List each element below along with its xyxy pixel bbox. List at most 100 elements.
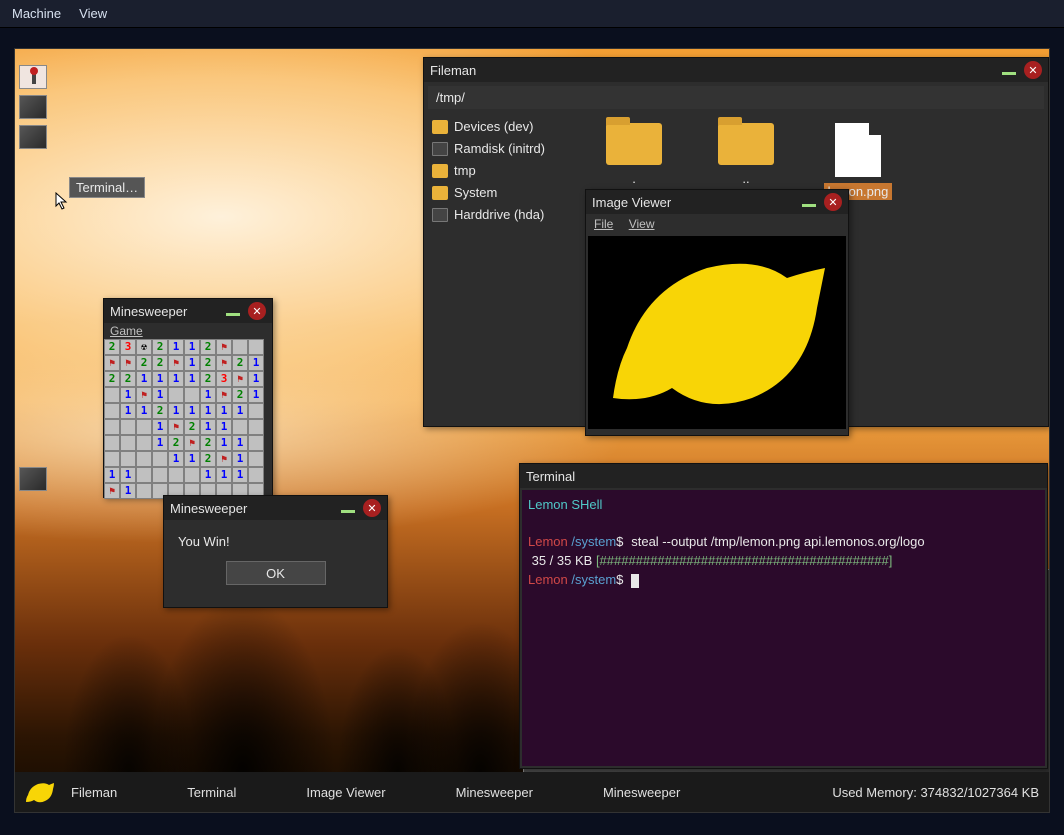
sidebar-item-system[interactable]: System: [432, 185, 576, 200]
fileman-titlebar[interactable]: Fileman: [424, 58, 1048, 82]
minesweeper-cell[interactable]: 1: [200, 387, 216, 403]
minesweeper-cell[interactable]: 2: [120, 371, 136, 387]
minesweeper-cell[interactable]: [168, 387, 184, 403]
minesweeper-cell[interactable]: 3: [120, 339, 136, 355]
minesweeper-cell[interactable]: 1: [152, 435, 168, 451]
minesweeper-cell[interactable]: 1: [248, 371, 264, 387]
close-button[interactable]: [1024, 61, 1042, 79]
minesweeper-titlebar[interactable]: Minesweeper: [104, 299, 272, 323]
minesweeper-cell[interactable]: 1: [184, 339, 200, 355]
minesweeper-cell[interactable]: [232, 419, 248, 435]
image-viewer-titlebar[interactable]: Image Viewer: [586, 190, 848, 214]
minesweeper-cell[interactable]: [184, 387, 200, 403]
minesweeper-cell[interactable]: [248, 419, 264, 435]
minesweeper-cell[interactable]: 1: [200, 419, 216, 435]
minesweeper-cell[interactable]: [216, 387, 232, 403]
vm-menu-machine[interactable]: Machine: [12, 6, 61, 21]
minesweeper-cell[interactable]: 1: [184, 451, 200, 467]
minesweeper-cell[interactable]: 1: [168, 451, 184, 467]
minesweeper-cell[interactable]: 2: [152, 403, 168, 419]
minesweeper-cell[interactable]: [216, 339, 232, 355]
menu-file[interactable]: File: [594, 217, 613, 231]
minesweeper-cell[interactable]: 2: [200, 339, 216, 355]
minesweeper-cell[interactable]: [104, 419, 120, 435]
minesweeper-cell[interactable]: 1: [120, 403, 136, 419]
minesweeper-cell[interactable]: [152, 451, 168, 467]
minesweeper-cell[interactable]: 1: [232, 467, 248, 483]
minesweeper-cell[interactable]: 2: [104, 371, 120, 387]
menu-view[interactable]: View: [629, 217, 655, 231]
minesweeper-cell[interactable]: 2: [200, 355, 216, 371]
minesweeper-cell[interactable]: [104, 403, 120, 419]
minesweeper-cell[interactable]: [104, 451, 120, 467]
minesweeper-cell[interactable]: 2: [168, 435, 184, 451]
minesweeper-cell[interactable]: 1: [232, 451, 248, 467]
minesweeper-cell[interactable]: 1: [152, 419, 168, 435]
minimize-button[interactable]: [341, 510, 355, 513]
minesweeper-cell[interactable]: [168, 355, 184, 371]
minesweeper-cell[interactable]: [104, 387, 120, 403]
minesweeper-cell[interactable]: [120, 451, 136, 467]
minesweeper-cell[interactable]: [232, 371, 248, 387]
minesweeper-cell[interactable]: 1: [248, 355, 264, 371]
close-button[interactable]: [248, 302, 266, 320]
taskbar-item-fileman[interactable]: Fileman: [71, 785, 117, 800]
minesweeper-cell[interactable]: [168, 467, 184, 483]
minesweeper-cell[interactable]: 1: [120, 467, 136, 483]
minesweeper-cell[interactable]: 2: [200, 371, 216, 387]
minesweeper-cell[interactable]: [248, 435, 264, 451]
minesweeper-cell[interactable]: [248, 467, 264, 483]
minesweeper-cell[interactable]: 1: [104, 467, 120, 483]
minesweeper-cell[interactable]: 1: [152, 371, 168, 387]
minesweeper-cell[interactable]: 2: [136, 355, 152, 371]
taskbar-logo-icon[interactable]: [25, 781, 55, 803]
minesweeper-cell[interactable]: [120, 355, 136, 371]
launcher-item-icon[interactable]: [19, 125, 47, 149]
launcher-item-icon[interactable]: [19, 467, 47, 491]
ok-button[interactable]: OK: [226, 561, 326, 585]
minesweeper-cell[interactable]: 2: [152, 355, 168, 371]
minesweeper-cell[interactable]: 1: [184, 403, 200, 419]
minesweeper-cell[interactable]: 1: [136, 403, 152, 419]
minesweeper-cell[interactable]: 2: [104, 339, 120, 355]
minesweeper-dialog-titlebar[interactable]: Minesweeper: [164, 496, 387, 520]
taskbar-item-minesweeper-dialog[interactable]: Minesweeper: [603, 785, 680, 800]
terminal-body[interactable]: Lemon SHell Lemon /system$ steal --outpu…: [522, 490, 1045, 766]
minesweeper-cell[interactable]: 2: [232, 387, 248, 403]
minimize-button[interactable]: [802, 204, 816, 207]
taskbar-item-imgviewer[interactable]: Image Viewer: [306, 785, 385, 800]
close-button[interactable]: [363, 499, 381, 517]
minimize-button[interactable]: [226, 313, 240, 316]
minesweeper-cell[interactable]: [184, 467, 200, 483]
minesweeper-cell[interactable]: 1: [120, 483, 136, 499]
minesweeper-cell[interactable]: 2: [200, 451, 216, 467]
minesweeper-cell[interactable]: [104, 483, 120, 499]
launcher-item-icon[interactable]: [19, 95, 47, 119]
minesweeper-cell[interactable]: 2: [232, 355, 248, 371]
sidebar-item-tmp[interactable]: tmp: [432, 163, 576, 178]
taskbar-item-terminal[interactable]: Terminal: [187, 785, 236, 800]
minesweeper-cell[interactable]: 1: [168, 339, 184, 355]
minesweeper-cell[interactable]: 1: [184, 355, 200, 371]
minesweeper-cell[interactable]: 1: [248, 387, 264, 403]
minesweeper-cell[interactable]: 2: [184, 419, 200, 435]
minesweeper-cell[interactable]: [136, 419, 152, 435]
minesweeper-cell[interactable]: [184, 435, 200, 451]
minesweeper-cell[interactable]: [248, 451, 264, 467]
minimize-button[interactable]: [1002, 72, 1016, 75]
minesweeper-cell[interactable]: [168, 419, 184, 435]
minesweeper-cell[interactable]: [152, 467, 168, 483]
vm-menu-view[interactable]: View: [79, 6, 107, 21]
minesweeper-cell[interactable]: 1: [216, 467, 232, 483]
minesweeper-cell[interactable]: 1: [216, 403, 232, 419]
minesweeper-cell[interactable]: 1: [200, 467, 216, 483]
minesweeper-cell[interactable]: 1: [120, 387, 136, 403]
fileman-pathbar[interactable]: /tmp/: [428, 86, 1044, 109]
minesweeper-cell[interactable]: 1: [184, 371, 200, 387]
minesweeper-cell[interactable]: [248, 403, 264, 419]
minesweeper-cell[interactable]: [216, 451, 232, 467]
minesweeper-cell[interactable]: [136, 451, 152, 467]
minesweeper-cell[interactable]: [248, 339, 264, 355]
minesweeper-cell[interactable]: 1: [200, 403, 216, 419]
minesweeper-cell[interactable]: 1: [168, 371, 184, 387]
